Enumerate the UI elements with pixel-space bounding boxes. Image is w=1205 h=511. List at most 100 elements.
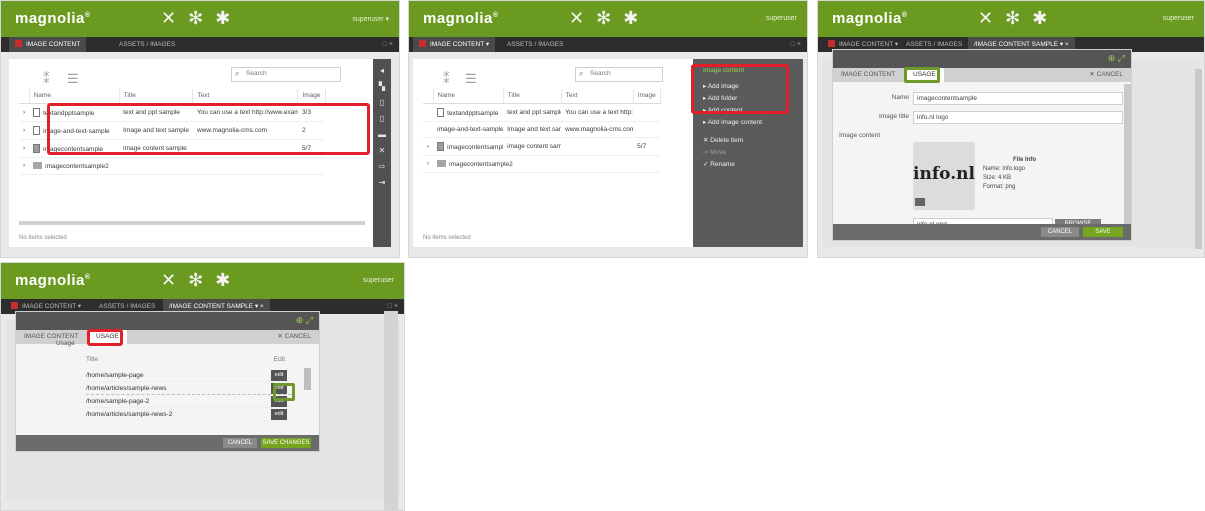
user-menu[interactable]: superuser ▾ bbox=[352, 15, 389, 23]
window-controls[interactable]: □ × bbox=[791, 37, 801, 52]
panel-browser-actions: magnolia® ✕ ✻ ✱ superuser IMAGE CONTENT … bbox=[408, 0, 808, 258]
user-menu[interactable]: superuser bbox=[766, 15, 797, 22]
browser-content: ⁑ ☰ ⌕ Search Name Title Text Image › text… bbox=[9, 59, 391, 247]
cancel-button[interactable]: CANCEL bbox=[1041, 227, 1079, 237]
cancel-link[interactable]: ✕ CANCEL bbox=[277, 330, 311, 344]
file-info: File Info Name: info.logo Size: 4 KB For… bbox=[983, 157, 1036, 190]
usage-row[interactable]: /home/sample-page edit bbox=[86, 369, 291, 382]
col-image[interactable]: Image bbox=[633, 89, 661, 104]
edit-icon[interactable]: ▯ bbox=[373, 98, 391, 107]
col-title[interactable]: Title bbox=[119, 89, 194, 104]
magnolia-logo[interactable]: magnolia® bbox=[423, 10, 499, 27]
apps-icon[interactable]: ✕ bbox=[161, 9, 176, 27]
horizontal-scrollbar[interactable] bbox=[19, 221, 365, 225]
favorites-icon[interactable]: ✻ bbox=[188, 9, 203, 27]
magnolia-logo[interactable]: magnolia® bbox=[15, 10, 91, 27]
apps-icon[interactable]: ✕ bbox=[569, 9, 584, 27]
title-field[interactable]: info.nl logo bbox=[913, 111, 1123, 124]
image-preview: info.nl bbox=[913, 142, 975, 210]
page-scrollbar[interactable] bbox=[1195, 69, 1202, 249]
usage-row[interactable]: /home/articles/sample-news edit bbox=[86, 382, 291, 395]
add-icon[interactable]: ▚ bbox=[373, 82, 391, 91]
cancel-button[interactable]: CANCEL bbox=[223, 438, 257, 448]
action-add-image-content[interactable]: ▸ Add image content bbox=[703, 118, 793, 126]
tab-image-content[interactable]: IMAGE CONTENT ▾ bbox=[413, 37, 496, 52]
zoom-icon[interactable]: ⊕ bbox=[1108, 53, 1116, 63]
col-name[interactable]: Name bbox=[29, 89, 120, 104]
content-table: Name Title Text Image textandpptsample t… bbox=[423, 89, 661, 173]
edit-image-icon[interactable] bbox=[915, 198, 925, 206]
table-header: Name Title Text Image bbox=[19, 89, 326, 104]
favorites-icon[interactable]: ✻ bbox=[596, 9, 611, 27]
save-button[interactable]: SAVE bbox=[1083, 227, 1123, 237]
pulse-icon[interactable]: ✱ bbox=[1032, 9, 1047, 27]
name-field[interactable]: imagecontentsample bbox=[913, 92, 1123, 105]
search-input[interactable]: ⌕ Search bbox=[575, 67, 663, 82]
apps-icon[interactable]: ✕ bbox=[161, 271, 176, 289]
browser-content: ⁑ ☰ ⌕ Search Name Title Text Image textan… bbox=[413, 59, 803, 247]
edit-dialog: ⊕ ⤢ IMAGE CONTENT USAGE ✕ CANCEL Name im… bbox=[832, 49, 1132, 241]
expand-actions-icon[interactable]: ◂ bbox=[373, 66, 391, 75]
search-input[interactable]: ⌕ Search bbox=[231, 67, 341, 82]
col-text[interactable]: Text bbox=[192, 89, 299, 104]
dialog-header: ⊕ ⤢ bbox=[16, 312, 319, 330]
publish-icon[interactable]: ⇥ bbox=[373, 178, 391, 187]
window-controls[interactable]: □ × bbox=[383, 37, 393, 52]
page-scrollbar[interactable] bbox=[384, 311, 398, 510]
table-row[interactable]: image-and-text-sample Image and text sam… bbox=[423, 121, 661, 138]
file-icon bbox=[437, 107, 445, 117]
list-view-icon[interactable]: ☰ bbox=[465, 71, 477, 87]
cancel-link[interactable]: ✕ CANCEL bbox=[1089, 68, 1123, 82]
zoom-icon[interactable]: ⊕ bbox=[296, 315, 304, 325]
expand-icon[interactable]: ⤢ bbox=[306, 315, 313, 325]
dialog-backdrop: ⊕ ⤢ IMAGE CONTENT USAGE ✕ CANCEL Usage T… bbox=[5, 311, 400, 510]
col-title[interactable]: Title bbox=[503, 89, 562, 104]
close-icon[interactable]: × bbox=[1065, 41, 1069, 48]
favorites-icon[interactable]: ✻ bbox=[188, 271, 203, 289]
col-image[interactable]: Image bbox=[297, 89, 326, 104]
vertical-scrollbar[interactable] bbox=[1124, 84, 1131, 224]
col-text[interactable]: Text bbox=[561, 89, 634, 104]
tab-image-content-form[interactable]: IMAGE CONTENT bbox=[833, 68, 903, 82]
user-menu[interactable]: superuser bbox=[1163, 15, 1194, 22]
table-row[interactable]: › imagecontentsample2 bbox=[19, 157, 326, 175]
expand-icon[interactable]: ⤢ bbox=[1118, 53, 1125, 63]
edit-button[interactable]: edit bbox=[271, 370, 287, 381]
action-bar-collapsed: ◂ ▚ ▯ ▯ ▬ ✕ ⇨ ⇥ bbox=[373, 59, 391, 247]
table-row[interactable]: › imagecontentsample2 bbox=[423, 155, 661, 173]
rename-icon[interactable]: ▯ bbox=[373, 114, 391, 123]
table-row[interactable]: textandpptsample text and ppt sample You… bbox=[423, 103, 661, 122]
tab-assets[interactable]: ASSETS / IMAGES bbox=[501, 37, 569, 52]
tab-image-content[interactable]: IMAGE CONTENT bbox=[9, 37, 87, 52]
save-changes-button[interactable]: SAVE CHANGES bbox=[261, 438, 311, 448]
tab-assets[interactable]: ASSETS / IMAGES bbox=[113, 37, 181, 52]
file-icon bbox=[33, 125, 41, 135]
delete-icon[interactable]: ✕ bbox=[373, 146, 391, 155]
favorites-icon[interactable]: ✻ bbox=[1005, 9, 1020, 27]
app-header: magnolia® ✕ ✻ ✱ superuser ▾ bbox=[1, 1, 399, 37]
apps-icon[interactable]: ✕ bbox=[978, 9, 993, 27]
pulse-icon[interactable]: ✱ bbox=[215, 9, 230, 27]
pulse-icon[interactable]: ✱ bbox=[215, 271, 230, 289]
col-name[interactable]: Name bbox=[433, 89, 504, 104]
action-move[interactable]: ⇨ Move bbox=[703, 148, 793, 156]
table-row[interactable]: › imagecontentsample image content sampl… bbox=[423, 137, 661, 156]
image-icon[interactable]: ▬ bbox=[373, 130, 391, 139]
magnolia-logo[interactable]: magnolia® bbox=[832, 10, 908, 27]
table-scrollbar[interactable] bbox=[304, 368, 311, 390]
edit-button[interactable]: edit bbox=[271, 409, 287, 420]
magnolia-logo[interactable]: magnolia® bbox=[15, 272, 91, 289]
user-menu[interactable]: superuser bbox=[363, 277, 394, 284]
tab-image-content-form[interactable]: IMAGE CONTENT bbox=[16, 330, 86, 344]
move-icon[interactable]: ⇨ bbox=[373, 162, 391, 171]
pulse-icon[interactable]: ✱ bbox=[623, 9, 638, 27]
tree-view-icon[interactable]: ⁑ bbox=[43, 71, 50, 87]
highlight-usage-tab-green bbox=[904, 67, 940, 83]
action-rename[interactable]: ✓ Rename bbox=[703, 160, 793, 168]
close-icon[interactable]: × bbox=[260, 303, 264, 310]
tree-view-icon[interactable]: ⁑ bbox=[443, 71, 450, 87]
usage-row[interactable]: /home/sample-page-2 edit bbox=[86, 395, 291, 408]
usage-row[interactable]: /home/articles/sample-news-2 edit bbox=[86, 408, 291, 421]
action-delete[interactable]: ✕ Delete item bbox=[703, 136, 793, 144]
list-view-icon[interactable]: ☰ bbox=[67, 71, 79, 87]
